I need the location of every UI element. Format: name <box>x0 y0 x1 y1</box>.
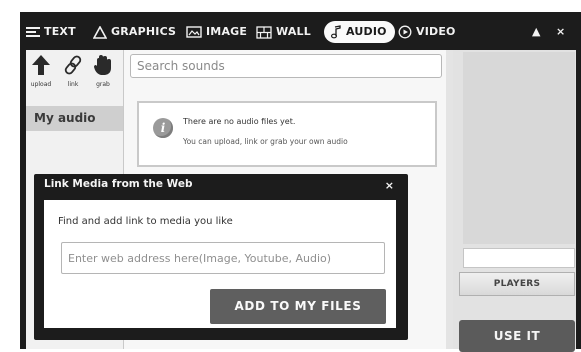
preview-area <box>463 52 575 244</box>
tab-text[interactable]: TEXT <box>26 21 76 43</box>
tab-graphics[interactable]: GRAPHICS <box>93 21 176 43</box>
tab-label: TEXT <box>44 25 76 38</box>
play-circle-icon <box>398 25 412 39</box>
close-icon[interactable]: × <box>556 21 565 43</box>
right-panel: PLAYERS USE IT <box>453 50 576 352</box>
empty-state-box: i There are no audio files yet. You can … <box>137 101 437 167</box>
tab-label: GRAPHICS <box>111 25 177 38</box>
chain-link-icon <box>63 55 83 80</box>
dialog-description: Find and add link to media you like <box>58 216 233 227</box>
dialog-title: Link Media from the Web <box>44 178 193 190</box>
top-tab-bar: TEXT GRAPHICS IMAGE WALL AUDIO VIDEO ▲ × <box>20 12 581 50</box>
upload-arrow-icon <box>31 55 51 80</box>
image-icon <box>186 26 202 38</box>
dialog-body: Find and add link to media you like ADD … <box>44 200 396 328</box>
sidebar-item-my-audio[interactable]: My audio <box>26 106 123 131</box>
tab-image[interactable]: IMAGE <box>186 21 247 43</box>
players-button[interactable]: PLAYERS <box>459 272 575 296</box>
use-it-button[interactable]: USE IT <box>459 320 575 352</box>
tab-wall[interactable]: WALL <box>256 21 311 43</box>
triangle-icon <box>93 25 107 39</box>
upload-tool[interactable]: upload <box>28 54 54 88</box>
tab-label: IMAGE <box>206 25 248 38</box>
collapse-icon[interactable]: ▲ <box>532 21 540 43</box>
menu-lines-icon <box>26 26 40 38</box>
upload-label: upload <box>30 81 52 88</box>
add-to-my-files-button[interactable]: ADD TO MY FILES <box>210 289 386 324</box>
search-input[interactable] <box>130 54 442 78</box>
tab-label: AUDIO <box>346 25 387 38</box>
empty-state-hint: You can upload, link or grab your own au… <box>183 137 348 146</box>
link-media-dialog: Link Media from the Web × Find and add l… <box>34 174 408 340</box>
wall-icon <box>256 25 272 39</box>
tab-video[interactable]: VIDEO <box>398 21 456 43</box>
app-frame: TEXT GRAPHICS IMAGE WALL AUDIO VIDEO ▲ ×… <box>0 0 581 352</box>
dialog-close-icon[interactable]: × <box>385 179 394 192</box>
tab-label: WALL <box>276 25 311 38</box>
grab-tool[interactable]: grab <box>90 54 116 88</box>
link-tool[interactable]: link <box>60 54 86 88</box>
preview-field[interactable] <box>463 248 575 268</box>
grab-hand-icon <box>93 55 113 80</box>
link-label: link <box>67 81 79 88</box>
tab-label: VIDEO <box>416 25 456 38</box>
tab-audio[interactable]: AUDIO <box>324 21 395 43</box>
empty-state-title: There are no audio files yet. <box>183 117 296 126</box>
grab-label: grab <box>96 81 110 88</box>
music-note-icon <box>330 25 342 39</box>
web-address-input[interactable] <box>61 242 385 274</box>
info-icon: i <box>153 118 173 138</box>
